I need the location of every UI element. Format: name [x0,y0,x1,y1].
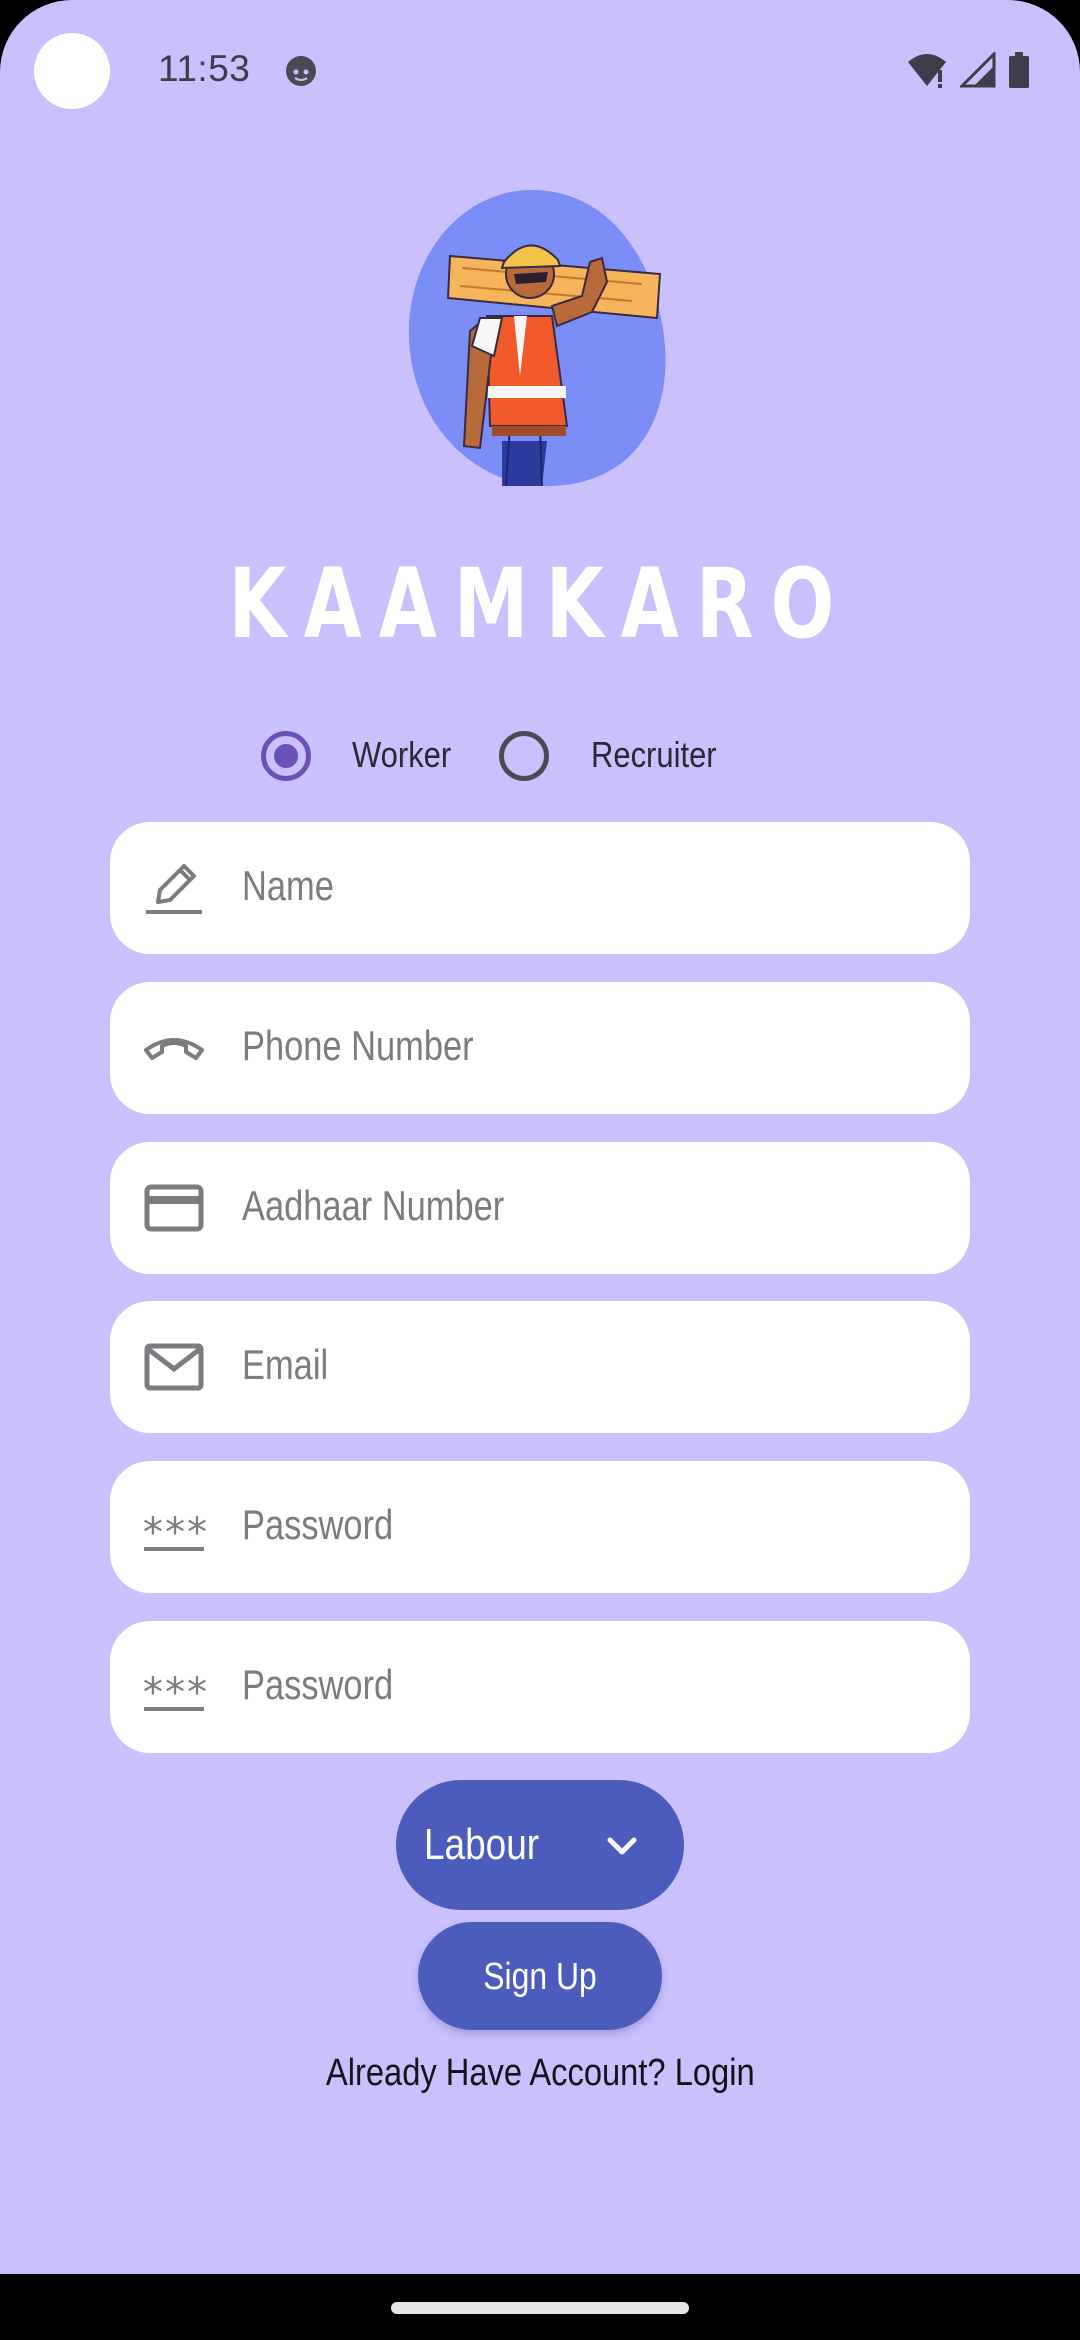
password-placeholder: Password [242,1501,394,1548]
home-gesture-handle[interactable] [391,2302,689,2314]
password-icon: *** [140,1510,209,1556]
email-field[interactable]: Email [110,1301,970,1433]
radio-recruiter-label[interactable]: Recruiter [591,734,717,776]
battery-icon [1009,52,1029,88]
password-icon: *** [140,1670,209,1716]
wifi-icon [908,54,946,88]
phone-icon [142,1018,206,1078]
email-placeholder: Email [242,1341,329,1388]
status-time: 11:53 [158,48,251,89]
chevron-down-icon [607,1837,637,1855]
radio-recruiter[interactable] [499,731,549,781]
phone-number-field[interactable]: Phone Number [110,982,970,1114]
signal-icon [960,52,996,88]
worker-illustration [408,190,666,487]
name-placeholder: Name [242,862,334,909]
signup-screen: 11:53 KAAMKARO Worker Recruiter Name Pho… [0,0,1080,2340]
mail-icon [142,1337,206,1397]
pencil-icon [142,858,206,918]
camera-cutout [34,33,110,109]
password-field[interactable]: *** Password [110,1461,970,1593]
login-prompt: Already Have Account? Login [0,2052,1080,2095]
radio-worker[interactable] [261,731,311,781]
category-dropdown[interactable]: Labour [396,1780,684,1910]
name-field[interactable]: Name [110,822,970,954]
category-dropdown-value: Labour [424,1820,540,1869]
card-icon [142,1178,206,1238]
sign-up-button[interactable]: Sign Up [418,1922,662,2030]
radio-worker-label[interactable]: Worker [352,734,451,776]
notification-icon [286,56,316,86]
login-link[interactable]: Login [674,2052,754,2094]
status-icons [906,52,1030,88]
aadhaar-number-field[interactable]: Aadhaar Number [110,1142,970,1274]
confirm-password-field[interactable]: *** Password [110,1621,970,1753]
app-title: KAAMKARO [228,548,852,660]
phone-number-placeholder: Phone Number [242,1022,474,1069]
aadhaar-number-placeholder: Aadhaar Number [242,1182,505,1229]
sign-up-button-label: Sign Up [483,1956,597,1998]
confirm-password-placeholder: Password [242,1661,394,1708]
login-prompt-text: Already Have Account? [325,2052,666,2094]
role-radio-group: Worker Recruiter [0,726,1080,786]
status-bar: 11:53 [0,0,1080,140]
